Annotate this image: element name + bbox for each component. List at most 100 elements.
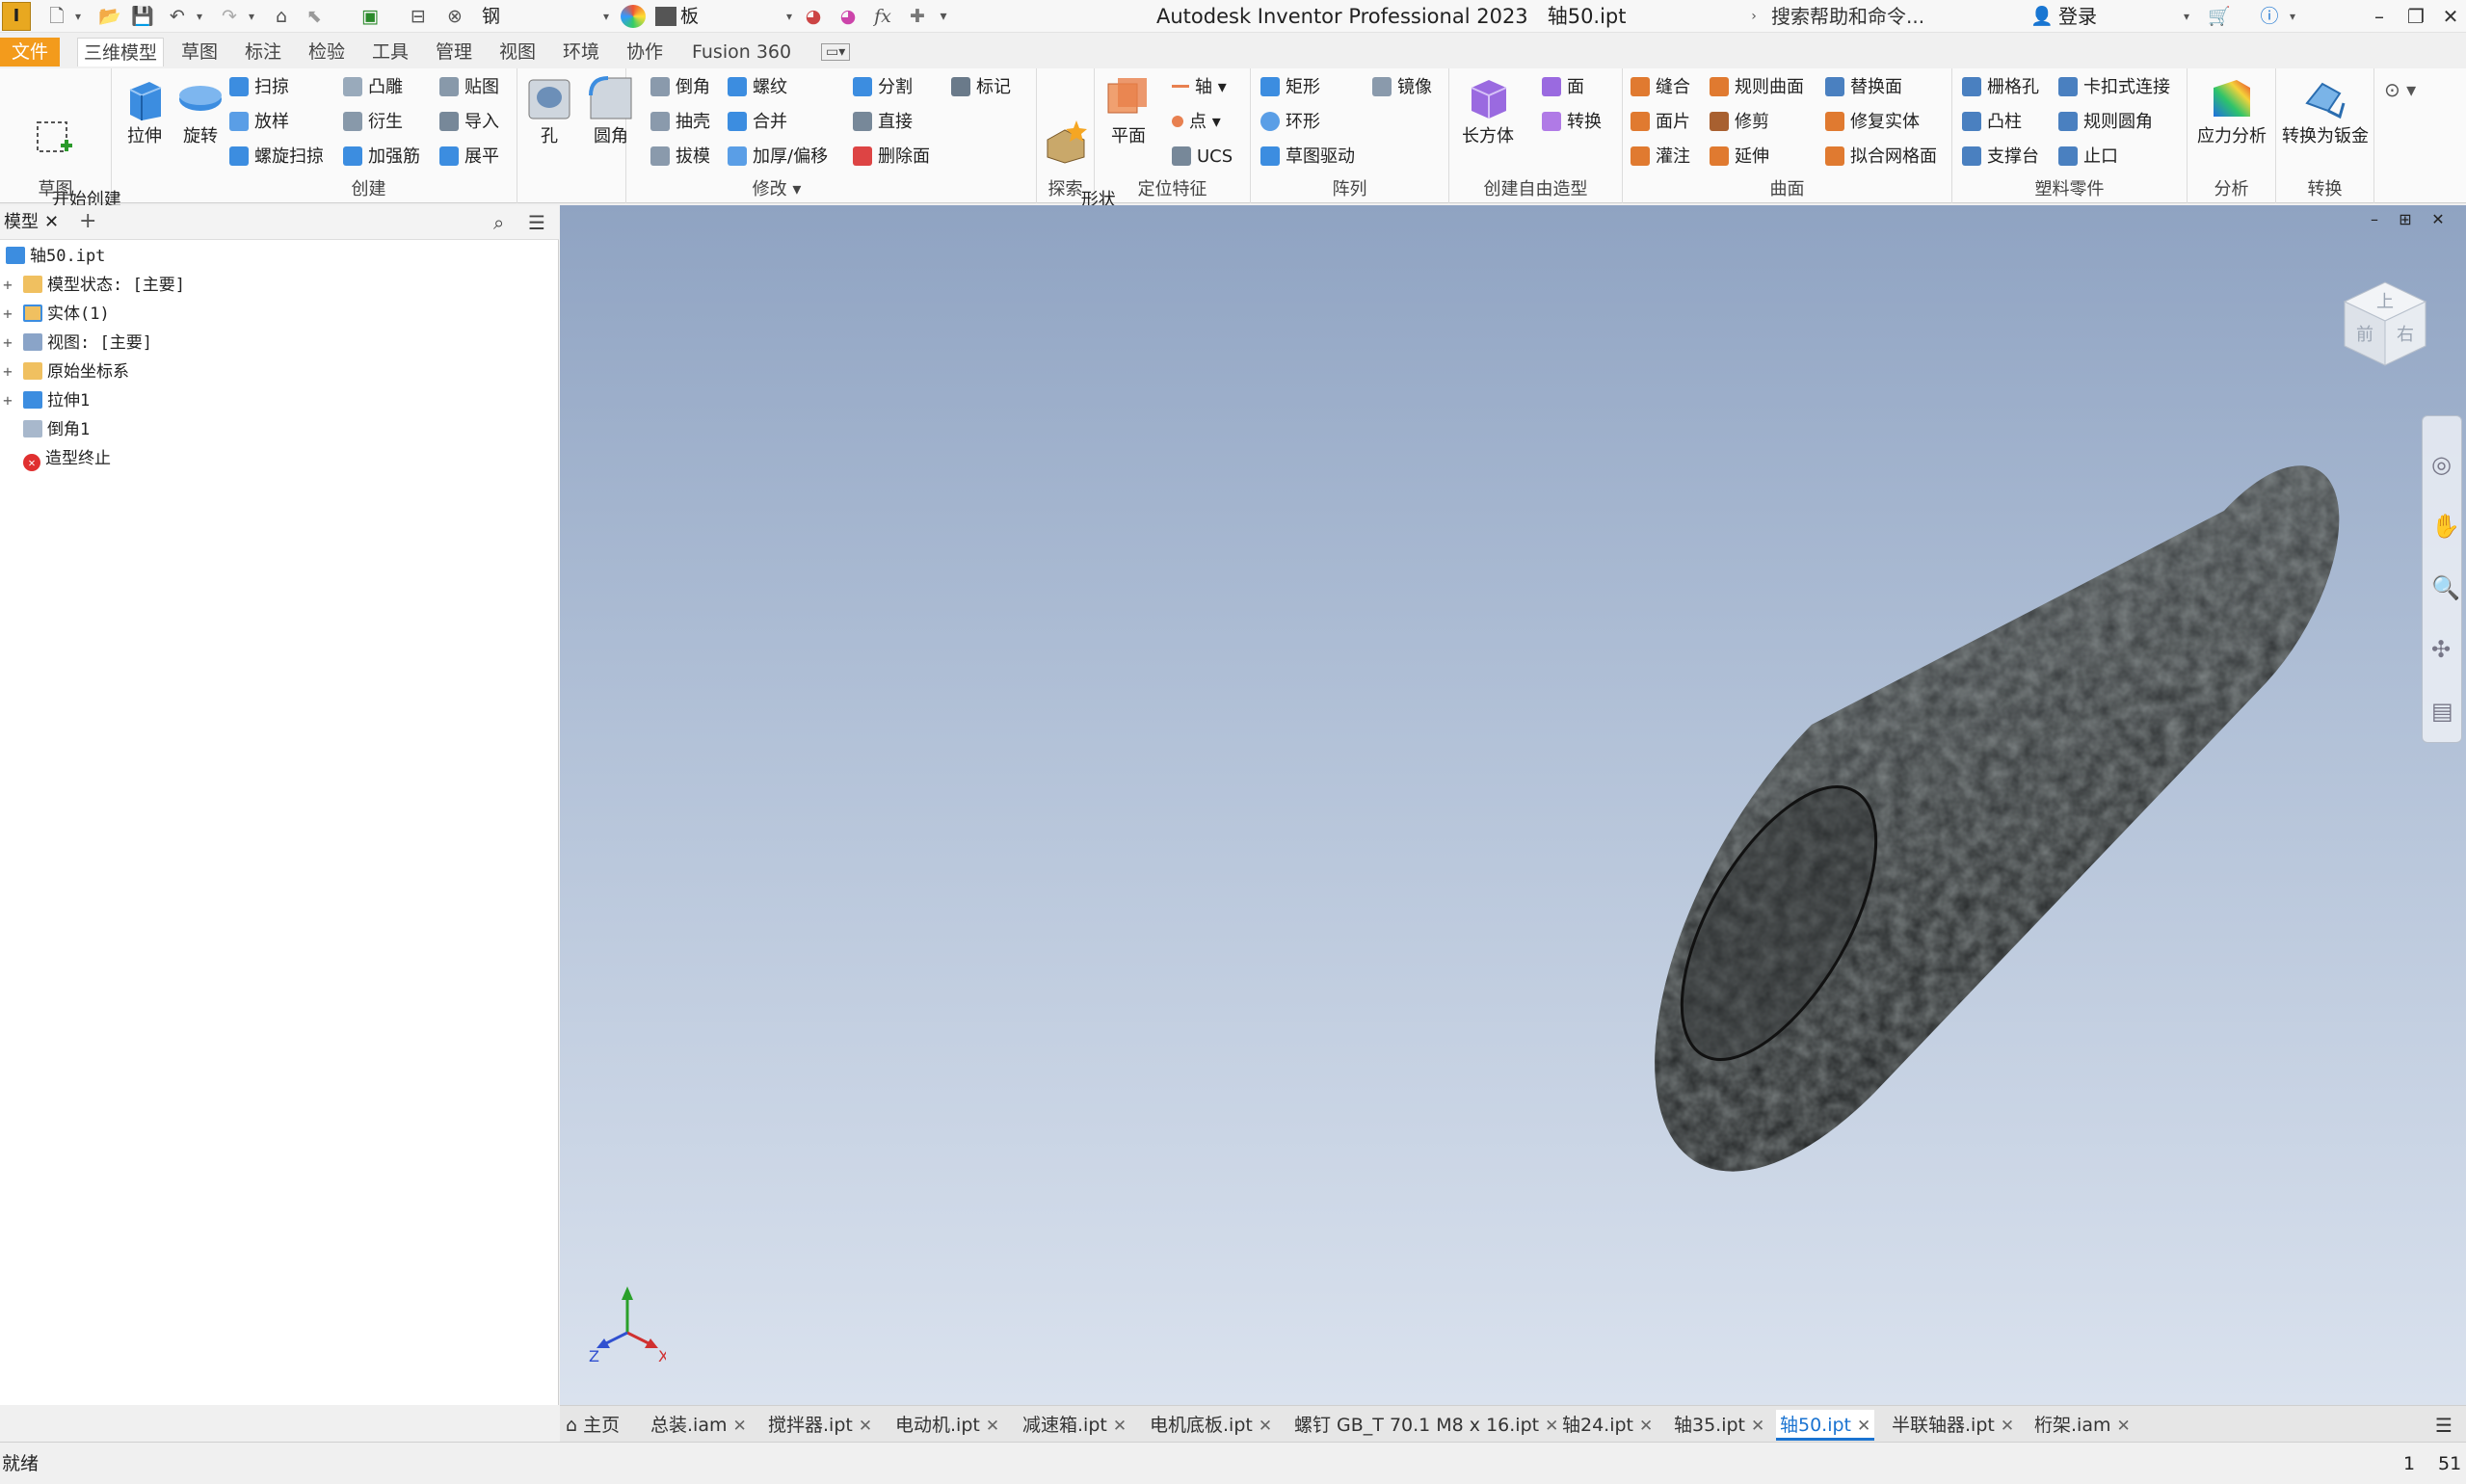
tab-sketch[interactable]: 草图 bbox=[175, 38, 224, 66]
rect-pattern-button[interactable]: 矩形 bbox=[1260, 74, 1320, 101]
tree-solid-bodies[interactable]: + 实体(1) bbox=[0, 300, 110, 329]
select-icon[interactable]: ⬉ bbox=[301, 4, 328, 29]
add-icon[interactable]: ✚ bbox=[906, 4, 929, 29]
undo-dropdown-icon[interactable]: ▾ bbox=[193, 4, 206, 29]
close-tab-icon[interactable]: ✕ bbox=[1639, 1417, 1653, 1436]
dropdown-arrow-icon[interactable]: ▾ bbox=[71, 4, 85, 29]
app-logo[interactable]: I bbox=[2, 2, 31, 31]
material-selector[interactable]: 钢 bbox=[482, 3, 500, 30]
tab-file[interactable]: 文件 bbox=[0, 38, 60, 66]
stress-analysis-button[interactable]: 应力分析 bbox=[2188, 74, 2276, 147]
new-file-icon[interactable]: 🗋 bbox=[44, 4, 69, 29]
viewcube[interactable]: 上 前 右 bbox=[2325, 265, 2441, 381]
tab-annotate[interactable]: 标注 bbox=[239, 38, 287, 66]
close-browser-icon[interactable]: ✕ bbox=[44, 209, 59, 236]
tree-view[interactable]: + 视图: [主要] bbox=[0, 329, 152, 358]
doc-tab[interactable]: 总装.iam ✕ bbox=[650, 1410, 747, 1441]
delete-face-button[interactable]: 删除面 bbox=[853, 144, 930, 171]
mirror-button[interactable]: 镜像 bbox=[1372, 74, 1432, 101]
box-button[interactable]: 长方体 bbox=[1453, 74, 1523, 147]
repair-body-button[interactable]: 修复实体 bbox=[1825, 109, 1920, 136]
tree-chamfer1[interactable]: 倒角1 bbox=[0, 415, 90, 444]
doc-tab[interactable]: 减速箱.ipt ✕ bbox=[1022, 1410, 1127, 1441]
tree-extrude1[interactable]: + 拉伸1 bbox=[0, 386, 90, 415]
login-button[interactable]: 登录 bbox=[2058, 2, 2097, 31]
undo-icon[interactable]: ↶ bbox=[164, 4, 191, 29]
close-tab-icon[interactable]: ✕ bbox=[1857, 1417, 1870, 1436]
browser-menu-icon[interactable]: ☰ bbox=[528, 208, 545, 237]
viewcube-top-label[interactable]: 上 bbox=[2376, 292, 2394, 312]
doc-tab-home[interactable]: ⌂ 主页 bbox=[566, 1410, 620, 1441]
grill-button[interactable]: 栅格孔 bbox=[1962, 74, 2039, 101]
close-tab-icon[interactable]: ✕ bbox=[986, 1417, 999, 1436]
unfold-button[interactable]: 展平 bbox=[439, 144, 499, 171]
thicken-button[interactable]: 加厚/偏移 bbox=[728, 144, 828, 171]
extend-button[interactable]: 延伸 bbox=[1710, 144, 1769, 171]
tree-expander[interactable]: + bbox=[0, 329, 15, 358]
chamfer-button[interactable]: 倒角 bbox=[650, 74, 710, 101]
tab-manage[interactable]: 管理 bbox=[430, 38, 478, 66]
lip-button[interactable]: 止口 bbox=[2058, 144, 2118, 171]
appearance-dropdown-icon[interactable]: ▾ bbox=[782, 4, 796, 29]
fillet-button[interactable]: 圆角 bbox=[581, 74, 641, 147]
help-search-box[interactable]: 搜索帮助和命令... bbox=[1771, 2, 1924, 31]
draft-button[interactable]: 拔模 bbox=[650, 144, 710, 171]
revolve-button[interactable]: 旋转 bbox=[172, 74, 229, 147]
tree-end-of-part[interactable]: ✕ 造型终止 bbox=[0, 444, 111, 473]
clear-appearance-icon[interactable]: ◕ bbox=[835, 4, 862, 29]
minimize-button[interactable]: – bbox=[2363, 2, 2396, 31]
tree-expander[interactable]: + bbox=[0, 386, 15, 415]
close-tab-icon[interactable]: ✕ bbox=[2001, 1417, 2014, 1436]
doc-tab[interactable]: 轴24.ipt ✕ bbox=[1562, 1410, 1653, 1441]
browser-tab-model[interactable]: 模型 bbox=[4, 209, 39, 236]
convert-sheet-metal-button[interactable]: 转换为钣金 bbox=[2276, 74, 2374, 147]
replace-face-button[interactable]: 替换面 bbox=[1825, 74, 1902, 101]
redo-icon[interactable]: ↷ bbox=[216, 4, 243, 29]
redo-dropdown-icon[interactable]: ▾ bbox=[245, 4, 258, 29]
close-tab-icon[interactable]: ✕ bbox=[2116, 1417, 2130, 1436]
loft-button[interactable]: 放样 bbox=[229, 109, 289, 136]
tree-root[interactable]: 轴50.ipt bbox=[0, 242, 105, 271]
zoom-icon[interactable]: 🔍 bbox=[2431, 574, 2460, 601]
tab-view[interactable]: 视图 bbox=[493, 38, 542, 66]
doc-tab[interactable]: 电机底板.ipt ✕ bbox=[1150, 1410, 1272, 1441]
sculpt-button[interactable]: 灌注 bbox=[1631, 144, 1690, 171]
tab-tools[interactable]: 工具 bbox=[366, 38, 414, 66]
rule-fillet-button[interactable]: 规则圆角 bbox=[2058, 109, 2153, 136]
add-browser-icon[interactable]: + bbox=[79, 207, 96, 236]
axis-button[interactable]: 轴 ▾ bbox=[1172, 74, 1227, 101]
mark-button[interactable]: 标记 bbox=[951, 74, 1011, 101]
tree-expander[interactable]: + bbox=[0, 300, 15, 329]
freeform-convert-button[interactable]: 转换 bbox=[1542, 109, 1602, 136]
doc-tab-active[interactable]: 轴50.ipt ✕ bbox=[1776, 1410, 1875, 1441]
fx-parameters-icon[interactable]: fx bbox=[869, 4, 896, 29]
fit-mesh-button[interactable]: 拟合网格面 bbox=[1825, 144, 1937, 171]
steering-wheel-icon[interactable]: ◎ bbox=[2431, 451, 2452, 478]
adjust-appearance-icon[interactable]: ◕ bbox=[800, 4, 827, 29]
appearance-sphere-icon[interactable] bbox=[621, 5, 646, 28]
tab-collaborate[interactable]: 协作 bbox=[621, 38, 669, 66]
ruled-surface-button[interactable]: 规则曲面 bbox=[1710, 74, 1804, 101]
rest-button[interactable]: 支撑台 bbox=[1962, 144, 2039, 171]
direct-button[interactable]: 直接 bbox=[853, 109, 913, 136]
look-at-icon[interactable]: ▤ bbox=[2431, 698, 2453, 725]
close-tab-icon[interactable]: ✕ bbox=[1751, 1417, 1764, 1436]
shaft-part[interactable] bbox=[1643, 465, 2340, 1172]
help-icon[interactable]: ⓘ bbox=[2255, 4, 2284, 29]
split-button[interactable]: 分割 bbox=[853, 74, 913, 101]
doc-tab[interactable]: 轴35.ipt ✕ bbox=[1674, 1410, 1764, 1441]
tab-3d-model[interactable]: 三维模型 bbox=[77, 38, 165, 66]
tree-expander[interactable]: + bbox=[0, 358, 15, 386]
tab-fusion360[interactable]: Fusion 360 bbox=[686, 38, 797, 66]
ucs-button[interactable]: UCS bbox=[1172, 144, 1233, 171]
tab-list-menu-icon[interactable]: ☰ bbox=[2435, 1410, 2453, 1441]
panel-title-modify[interactable]: 修改 ▾ bbox=[517, 178, 1036, 201]
thread-button[interactable]: 螺纹 bbox=[728, 74, 787, 101]
derive-button[interactable]: 衍生 bbox=[343, 109, 403, 136]
panel-toggle-icon[interactable]: ▭▾ bbox=[821, 43, 851, 61]
doc-tab[interactable]: 搅拌器.ipt ✕ bbox=[768, 1410, 872, 1441]
combine-button[interactable]: 合并 bbox=[728, 109, 787, 136]
viewport-close-icon[interactable]: ✕ bbox=[2424, 205, 2453, 234]
sketch-driven-button[interactable]: 草图驱动 bbox=[1260, 144, 1355, 171]
tree-model-state[interactable]: + 模型状态: [主要] bbox=[0, 271, 185, 300]
